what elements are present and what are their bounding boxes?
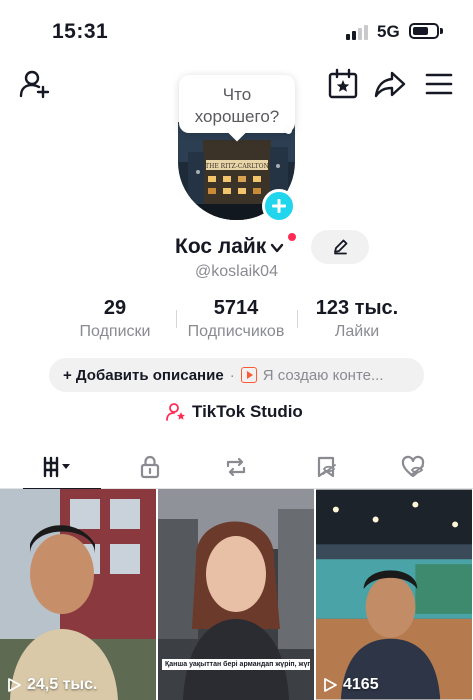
stat-likes-label: Лайки	[334, 323, 380, 340]
chevron-down-icon	[271, 243, 284, 253]
video-grid: 24,5 тыс. Қанша уақыттан бері армандап ж…	[0, 489, 473, 700]
calendar-star-icon	[328, 68, 358, 99]
view-count-value: 24,5 тыс.	[27, 676, 98, 693]
add-friend-button[interactable]	[18, 67, 52, 101]
video-thumbnail[interactable]: 24,5 тыс.	[0, 489, 156, 700]
battery-icon	[409, 23, 443, 39]
view-count: 4165	[322, 676, 379, 694]
bio-separator: ·	[229, 366, 235, 384]
profile-stats: 29 Подписки 5714 Подписчиков 123 тыс. Ла…	[0, 296, 473, 346]
calendar-button[interactable]	[326, 67, 360, 101]
tooltip-line-1: Что	[222, 85, 252, 104]
stat-likes[interactable]: 123 тыс. Лайки	[302, 296, 412, 342]
play-outline-icon	[324, 678, 337, 692]
lock-icon	[140, 455, 160, 479]
notification-dot	[288, 233, 296, 241]
share-button[interactable]	[373, 67, 407, 101]
stat-followers-value: 5714	[213, 297, 259, 319]
stat-following-label: Подписки	[79, 323, 151, 340]
stat-followers-label: Подписчиков	[187, 323, 285, 340]
network-type: 5G	[377, 22, 400, 41]
tooltip-line-2: хорошего?	[194, 107, 280, 126]
add-bio-button[interactable]: + Добавить описание	[63, 367, 224, 384]
video-thumbnail-image	[0, 489, 156, 700]
pencil-icon	[334, 239, 348, 255]
cellular-signal-icon	[346, 24, 370, 40]
tab-reposts[interactable]	[189, 445, 283, 489]
status-bar: 15:31 5G	[0, 0, 473, 60]
whats-new-tooltip[interactable]: Что хорошего?	[179, 75, 295, 133]
tiktok-studio-link[interactable]: TikTok Studio	[166, 402, 303, 422]
stat-following-value: 29	[103, 297, 127, 319]
video-thumbnail[interactable]: Қанша уақыттан бері армандап жүріп, жүгі…	[158, 489, 314, 700]
menu-button[interactable]	[422, 67, 456, 101]
video-thumbnail-image	[316, 489, 472, 700]
edit-profile-button[interactable]	[311, 230, 369, 264]
display-name: Кос лайк	[175, 235, 267, 258]
content-tabs	[0, 445, 473, 490]
stat-divider	[297, 310, 298, 328]
video-grid-icon	[43, 456, 70, 478]
svg-text:THE RITZ-CARLTON: THE RITZ-CARLTON	[205, 163, 269, 170]
tab-liked[interactable]	[366, 445, 460, 489]
stat-followers[interactable]: 5714 Подписчиков	[177, 296, 295, 342]
person-star-icon	[166, 403, 185, 421]
creator-play-icon	[240, 367, 257, 383]
stat-following[interactable]: 29 Подписки	[65, 296, 165, 342]
tab-private[interactable]	[103, 445, 197, 489]
creator-category[interactable]: Я создаю конте...	[263, 367, 384, 384]
account-switcher[interactable]: Кос лайк	[175, 235, 284, 259]
add-avatar-story-button[interactable]	[262, 189, 296, 223]
tab-favorites[interactable]	[279, 445, 373, 489]
video-caption-text: Қанша уақыттан бері армандап жүріп, жүгі…	[162, 659, 310, 670]
person-plus-icon	[19, 70, 50, 99]
stat-likes-value: 123 тыс.	[315, 297, 399, 319]
status-time: 15:31	[52, 20, 109, 43]
view-count: 24,5 тыс.	[6, 676, 97, 694]
bookmark-hidden-icon	[317, 456, 336, 478]
hamburger-menu-icon	[425, 73, 453, 95]
tiktok-studio-label: TikTok Studio	[192, 402, 303, 421]
video-thumbnail[interactable]: 4165	[316, 489, 473, 700]
view-count-value: 4165	[343, 676, 379, 693]
bio-pill[interactable]: + Добавить описание · Я создаю конте...	[49, 358, 424, 392]
username: @koslaik04	[195, 263, 278, 280]
repost-icon	[226, 457, 246, 477]
play-outline-icon	[8, 678, 21, 692]
share-arrow-icon	[374, 71, 406, 98]
tab-videos[interactable]	[10, 445, 104, 490]
heart-hidden-icon	[401, 455, 425, 478]
tooltip-tail-dot	[285, 127, 292, 134]
